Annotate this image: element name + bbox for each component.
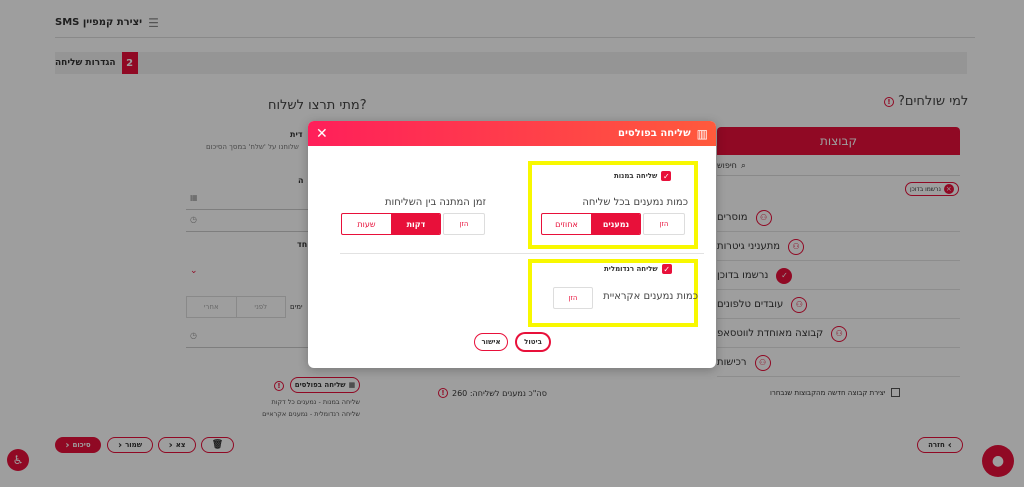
batch-checkbox-label: שליחה במנות (614, 172, 658, 180)
batch-checkbox[interactable]: ✓ (661, 171, 672, 181)
divider (340, 253, 704, 254)
batches-modal: ✕ ▥ שליחה בפולסים ✓ שליחה במנות כמות נמע… (308, 121, 716, 368)
unit-hours-option[interactable]: שעות (342, 214, 391, 234)
random-recipients-label: כמות נמענים אקראיית (603, 291, 698, 302)
recipients-per-send-input[interactable]: הזן (643, 213, 685, 235)
wait-time-label: זמן המתנה בין השליחות (384, 197, 486, 208)
unit-minutes-option[interactable]: דקות (390, 214, 440, 234)
random-recipients-input[interactable]: הזן (553, 287, 593, 309)
batch-checkbox-row[interactable]: ✓ שליחה במנות (614, 171, 672, 181)
modal-header: ✕ ▥ שליחה בפולסים (308, 121, 716, 146)
wait-unit-toggle: שעות דקות (341, 213, 441, 235)
map-icon: ▥ (696, 126, 708, 141)
modal-title: שליחה בפולסים (617, 128, 691, 139)
close-icon[interactable]: ✕ (316, 126, 328, 142)
confirm-button[interactable]: אישור (474, 333, 508, 351)
wait-time-input[interactable]: הזן (443, 213, 485, 235)
recipients-per-send-label: כמות נמענים בכל שליחה (582, 197, 688, 208)
cancel-button[interactable]: ביטול (516, 333, 550, 351)
random-checkbox-row[interactable]: ✓ שליחה רנדומלית (604, 264, 672, 274)
random-checkbox-label: שליחה רנדומלית (604, 265, 658, 273)
batch-unit-toggle: אחוזים נמענים (541, 213, 641, 235)
random-checkbox[interactable]: ✓ (661, 264, 672, 274)
unit-percent-option[interactable]: אחוזים (542, 214, 591, 234)
modal-title-row: ▥ שליחה בפולסים (618, 127, 708, 141)
unit-recipients-option[interactable]: נמענים (590, 214, 640, 234)
